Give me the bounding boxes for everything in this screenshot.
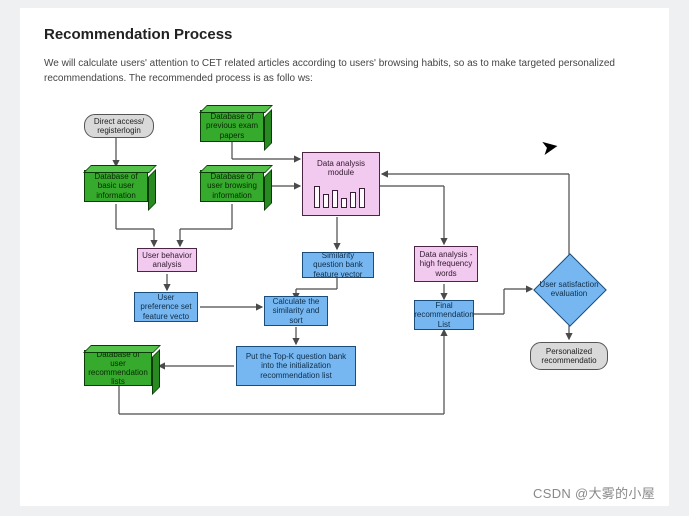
node-similarity-vector: Similarity question bank feature vector — [302, 252, 374, 278]
node-data-analysis-module-label: Data analysis module — [306, 159, 376, 177]
node-db-prev-exam: Database of previous exam papers — [200, 110, 264, 142]
intro-text: We will calculate users' attention to CE… — [44, 57, 634, 86]
node-direct-access: Direct access/ registerlogin — [84, 114, 154, 138]
node-put-topk: Put the Top-K question bank into the ini… — [236, 346, 356, 386]
node-user-sat-eval: User satisfaction evaluation — [534, 272, 604, 306]
node-final-list: Final recommendation List — [414, 300, 474, 330]
node-user-pref-vector: User preference set feature vecto — [134, 292, 198, 322]
page: Recommendation Process We will calculate… — [20, 8, 669, 506]
node-data-high-freq: Data analysis - high frequency words — [414, 246, 478, 282]
bar-chart-icon — [314, 186, 365, 208]
watermark-text: CSDN @大雾的小屋 — [533, 483, 655, 502]
node-db-basic-user: Database of basic user information — [84, 170, 148, 202]
flowchart-canvas: Direct access/ registerlogin Database of… — [44, 104, 654, 474]
node-calc-similarity: Calculate the similarity and sort — [264, 296, 328, 326]
node-personalized-rec: Personalized recommendatio — [530, 342, 608, 370]
page-title: Recommendation Process — [44, 26, 645, 43]
node-db-user-rec: Database of user recommendation lists — [84, 350, 152, 386]
node-user-behavior: User behavior analysis — [137, 248, 197, 272]
node-db-browsing: Database of user browsing information — [200, 170, 264, 202]
